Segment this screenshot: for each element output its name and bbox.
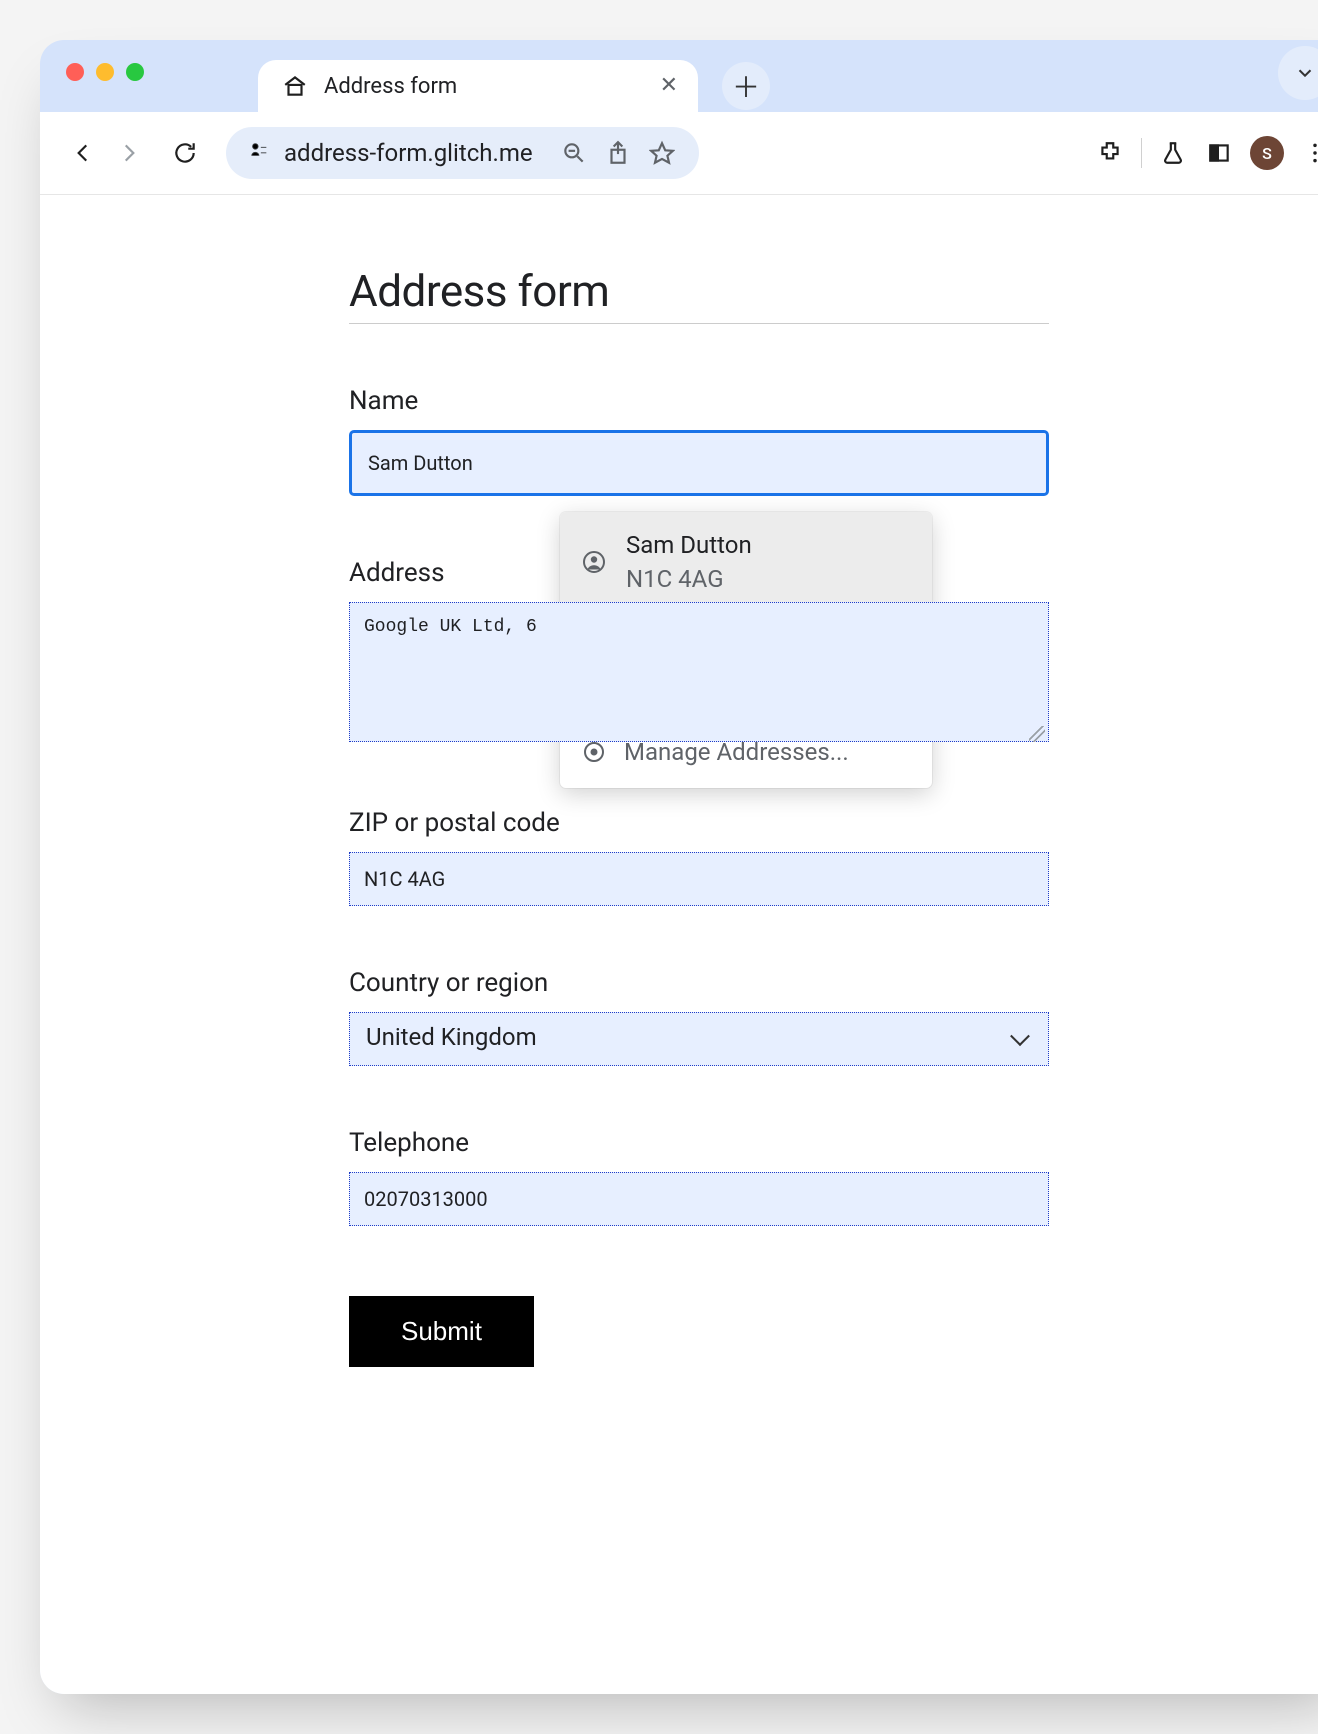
tab-title: Address form: [324, 74, 457, 99]
nav-back-button[interactable]: [68, 138, 98, 168]
window-minimize-button[interactable]: [96, 63, 114, 81]
window-close-button[interactable]: [66, 63, 84, 81]
url-text: address-form.glitch.me: [284, 139, 533, 167]
favicon-icon: [280, 71, 310, 101]
address-input[interactable]: [349, 602, 1049, 742]
tab-close-button[interactable]: ✕: [660, 75, 678, 97]
telephone-label: Telephone: [349, 1128, 1049, 1158]
country-field: Country or region United Kingdom: [349, 968, 1049, 1066]
tab-search-button[interactable]: [1278, 46, 1318, 100]
labs-icon[interactable]: [1158, 138, 1188, 168]
country-select[interactable]: United Kingdom: [349, 1012, 1049, 1066]
autofill-name: Sam Dutton: [626, 532, 752, 558]
reload-button[interactable]: [170, 138, 200, 168]
zoom-icon[interactable]: [559, 138, 589, 168]
window-controls: [66, 63, 144, 81]
country-value: United Kingdom: [366, 1023, 537, 1051]
telephone-field: Telephone: [349, 1128, 1049, 1226]
browser-toolbar: address-form.glitch.me S: [40, 112, 1318, 194]
browser-tab[interactable]: Address form ✕: [258, 60, 698, 112]
new-tab-button[interactable]: ＋: [722, 62, 770, 110]
share-icon[interactable]: [603, 138, 633, 168]
page-content: Address form Name Sam Dutton N1C 4AG: [40, 194, 1318, 1694]
autofill-address: N1C 4AG: [626, 566, 752, 592]
postal-label: ZIP or postal code: [349, 808, 1049, 838]
avatar-initial: S: [1262, 144, 1272, 163]
nav-forward-button[interactable]: [114, 138, 144, 168]
autofill-suggestion-0[interactable]: Sam Dutton N1C 4AG: [560, 512, 932, 613]
overflow-menu-icon[interactable]: [1300, 138, 1318, 168]
side-panel-icon[interactable]: [1204, 138, 1234, 168]
person-icon: [582, 550, 606, 574]
divider: [1141, 138, 1142, 168]
profile-avatar[interactable]: S: [1250, 136, 1284, 170]
country-label: Country or region: [349, 968, 1049, 998]
browser-window: Address form ✕ ＋ address-form.glitch.me: [40, 40, 1318, 1694]
telephone-input[interactable]: [349, 1172, 1049, 1226]
tab-strip: Address form ✕ ＋: [40, 40, 1318, 112]
submit-button[interactable]: Submit: [349, 1296, 534, 1367]
resize-grip-icon[interactable]: [1029, 726, 1045, 742]
name-field: Name Sam Dutton N1C 4AG: [349, 386, 1049, 496]
extensions-icon[interactable]: [1095, 138, 1125, 168]
postal-input[interactable]: [349, 852, 1049, 906]
address-bar[interactable]: address-form.glitch.me: [226, 127, 699, 179]
bookmark-star-icon[interactable]: [647, 138, 677, 168]
postal-field: ZIP or postal code: [349, 808, 1049, 906]
site-info-icon[interactable]: [248, 140, 270, 167]
page-title: Address form: [349, 265, 1049, 324]
name-label: Name: [349, 386, 1049, 416]
window-zoom-button[interactable]: [126, 63, 144, 81]
name-input[interactable]: [349, 430, 1049, 496]
